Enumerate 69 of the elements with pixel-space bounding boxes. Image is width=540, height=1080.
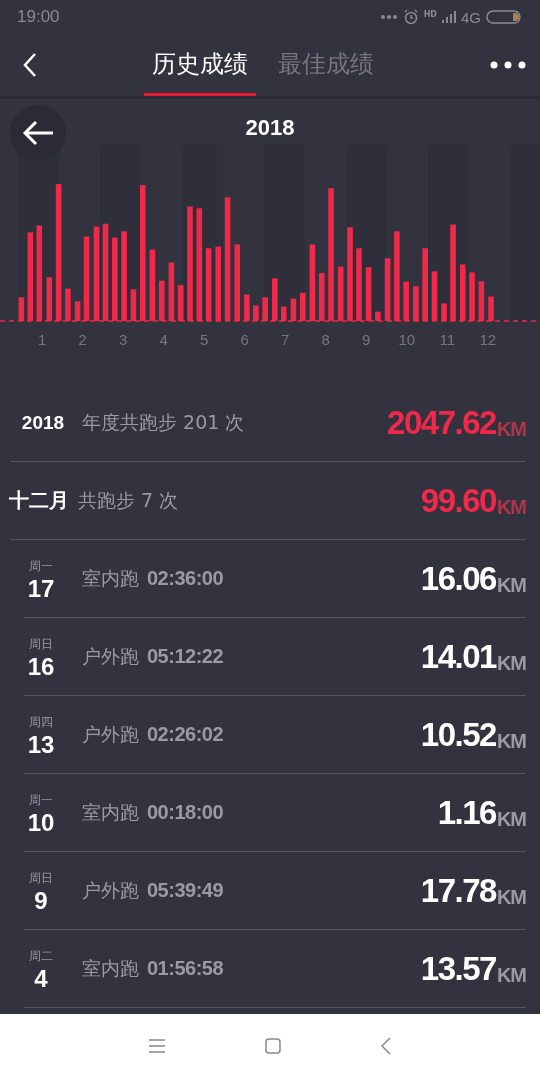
run-type: 户外跑 [82,643,139,669]
back-icon[interactable] [22,52,38,78]
signal-icon [442,11,456,23]
alarm-icon [402,9,419,25]
tab[interactable]: 历史成绩 [144,34,256,96]
distance-unit: KM [496,964,526,987]
run-duration: 02:26:02 [147,723,225,746]
day-number: 17 [27,575,55,603]
home-icon[interactable] [265,1038,281,1054]
distance-unit: KM [496,574,526,597]
month-label: 9 [361,331,372,348]
run-type: 户外跑 [82,721,139,747]
day-number: 13 [27,731,55,759]
run-distance: 10.52 [420,715,496,754]
weekday-label: 周二 [29,948,53,965]
month-label: 11 [438,331,457,348]
more-icon[interactable] [490,61,526,69]
run-distance: 13.57 [420,949,496,988]
month-label: 5 [199,331,210,348]
left-arrow-icon [21,119,55,147]
day-number: 16 [27,653,55,681]
run-duration: 05:39:49 [147,879,225,902]
weekday-label: 周一 [29,792,53,809]
battery-icon [486,10,522,24]
run-duration: 05:12:22 [147,645,225,668]
month-label-heading: 十二月 [8,488,70,513]
month-distance: 99.60 [420,481,496,520]
chart-title: 2018 [245,115,295,141]
distance-unit: KM [496,730,526,753]
month-label: 3 [118,331,129,348]
hd-label: HD [423,9,437,19]
run-distance: 17.78 [420,871,496,910]
weekday-label: 周四 [29,714,53,731]
month-label: 6 [239,331,250,348]
weekday-label: 周日 [29,636,53,653]
distance-unit: KM [496,418,526,441]
distance-unit: KM [496,652,526,675]
month-run-count: 共跑步 7 次 [78,487,180,513]
year-label: 2018 [20,411,66,434]
distance-unit: KM [496,886,526,909]
status-time: 19:00 [17,7,60,27]
day-number: 4 [34,965,48,993]
weekday-label: 周日 [29,870,53,887]
month-label: 1 [37,331,48,348]
month-label: 8 [320,331,331,348]
run-distance: 16.06 [420,559,496,598]
month-label: 12 [478,331,498,348]
month-label: 7 [280,331,291,348]
more-dots-icon [379,14,398,20]
month-label: 2 [77,331,88,348]
run-distance: 1.16 [437,793,496,832]
run-duration: 00:18:00 [147,801,225,824]
run-duration: 02:36:00 [147,567,225,590]
weekday-label: 周一 [29,558,53,575]
day-number: 9 [34,887,48,915]
run-distance: 14.01 [420,637,496,676]
network-label: 4G [461,8,481,26]
run-duration: 01:56:58 [147,957,225,980]
year-distance: 2047.62 [387,403,496,442]
run-type: 室内跑 [82,565,139,591]
distance-unit: KM [496,496,526,519]
day-number: 10 [27,809,55,837]
run-type: 户外跑 [82,877,139,903]
year-run-count: 年度共跑步 201 次 [82,409,246,435]
month-label: 10 [397,331,417,348]
distance-unit: KM [496,808,526,831]
run-type: 室内跑 [82,799,139,825]
run-type: 室内跑 [82,955,139,981]
month-label: 4 [158,331,169,348]
